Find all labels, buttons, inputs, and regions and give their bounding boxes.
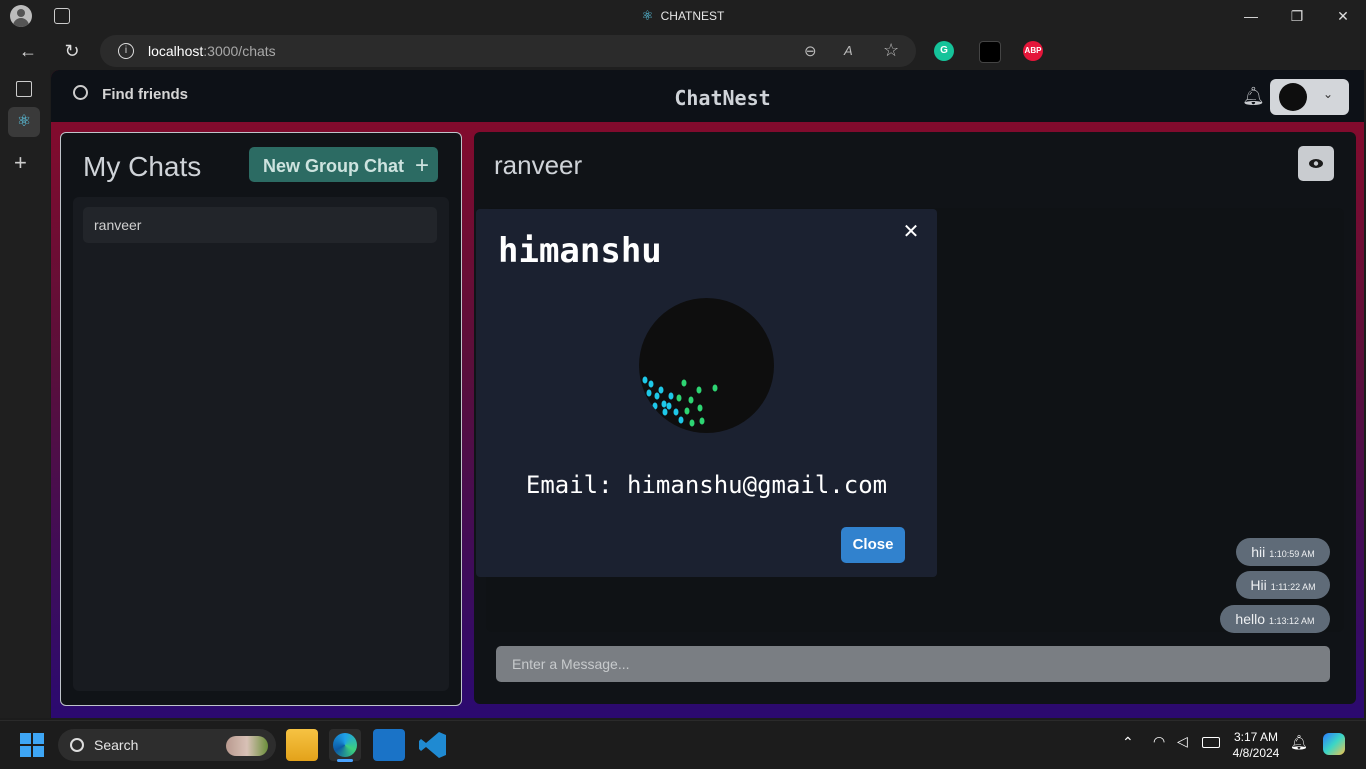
eye-icon bbox=[1309, 159, 1323, 168]
windows-taskbar: Search ⌃ ◠ ◁ 3:17 AM 4/8/2024 🔔︎ bbox=[0, 720, 1366, 769]
back-button[interactable]: ← bbox=[12, 35, 44, 67]
plus-icon: + bbox=[415, 152, 430, 179]
message-bubble: hii 1:10:59 AM bbox=[1236, 538, 1330, 566]
search-icon bbox=[70, 738, 84, 752]
chevron-down-icon: ⌄ bbox=[1323, 87, 1334, 101]
show-hidden-icons-icon[interactable]: ⌃ bbox=[1122, 734, 1134, 751]
message-input[interactable] bbox=[496, 646, 1330, 682]
file-explorer-icon[interactable] bbox=[286, 729, 318, 761]
window-title: CHATNEST bbox=[660, 9, 725, 23]
active-tab-react-icon[interactable]: ⚛ bbox=[8, 107, 40, 137]
new-group-chat-button[interactable]: New Group Chat + bbox=[249, 147, 438, 182]
zoom-out-icon[interactable]: ⊖ bbox=[804, 42, 817, 60]
battery-icon[interactable] bbox=[1202, 737, 1220, 748]
modal-close-button[interactable]: Close bbox=[841, 527, 905, 563]
favorite-star-icon[interactable]: ☆ bbox=[883, 40, 899, 61]
message-bubble: hello 1:13:12 AM bbox=[1220, 605, 1330, 633]
profile-menu-button[interactable]: ⌄ bbox=[1270, 79, 1349, 115]
avatar-pattern bbox=[642, 376, 718, 427]
modal-close-icon[interactable]: ✕ bbox=[898, 219, 924, 245]
grammarly-icon[interactable]: G bbox=[934, 41, 954, 61]
taskbar-search[interactable]: Search bbox=[58, 729, 276, 761]
browser-side-tabs: ⚛ + bbox=[0, 70, 50, 718]
new-tab-icon[interactable]: + bbox=[14, 150, 27, 176]
read-aloud-icon[interactable]: A bbox=[844, 43, 853, 58]
close-window-button[interactable]: ✕ bbox=[1320, 0, 1366, 32]
address-bar[interactable]: i localhost:3000/chats ⊖ A ☆ bbox=[100, 35, 916, 67]
chat-title: ranveer bbox=[494, 150, 583, 180]
app-brand: ChatNest bbox=[674, 86, 771, 110]
view-profile-button[interactable] bbox=[1298, 146, 1334, 181]
search-highlight-image bbox=[226, 736, 268, 756]
modal-user-name: himanshu bbox=[498, 231, 662, 271]
app-header: Find friends ChatNest 🔔︎ ⌄ bbox=[51, 70, 1364, 122]
my-chats-panel: My Chats New Group Chat + ranveer bbox=[60, 132, 462, 706]
chat-list-item[interactable]: ranveer bbox=[83, 207, 437, 243]
restore-button[interactable]: ❐ bbox=[1274, 0, 1320, 32]
wifi-icon[interactable]: ◠ bbox=[1153, 733, 1165, 750]
modal-avatar bbox=[639, 298, 774, 433]
notifications-bell-icon[interactable]: 🔔︎ bbox=[1290, 734, 1308, 751]
copilot-taskbar-icon[interactable] bbox=[1323, 733, 1345, 755]
volume-icon[interactable]: ◁ bbox=[1177, 733, 1188, 750]
profile-modal: himanshu ✕ Email: himanshu@gmail.com Clo… bbox=[476, 209, 937, 577]
extension-dark-icon[interactable] bbox=[979, 41, 1001, 63]
vscode-icon[interactable] bbox=[417, 729, 449, 761]
system-clock[interactable]: 3:17 AM 4/8/2024 bbox=[1228, 729, 1284, 761]
start-button-icon[interactable] bbox=[20, 733, 44, 757]
modal-email: Email: himanshu@gmail.com bbox=[525, 471, 888, 499]
edge-browser-icon[interactable] bbox=[329, 729, 361, 762]
adblock-plus-icon[interactable]: ABP bbox=[1023, 41, 1043, 61]
site-info-icon[interactable]: i bbox=[118, 43, 134, 59]
browser-toolbar: ← ↻ i localhost:3000/chats ⊖ A ☆ G ABP ✦… bbox=[0, 32, 1366, 92]
minimize-button[interactable]: — bbox=[1228, 0, 1274, 32]
chat-list: ranveer bbox=[73, 197, 449, 691]
refresh-button[interactable]: ↻ bbox=[56, 35, 88, 67]
browser-title-bar: ⚛ CHATNEST — ❐ ✕ bbox=[0, 0, 1366, 32]
my-chats-title: My Chats bbox=[83, 151, 202, 182]
tab-actions-icon[interactable] bbox=[16, 81, 32, 97]
notification-bell-icon[interactable]: 🔔︎ bbox=[1242, 86, 1265, 107]
url-text[interactable]: localhost:3000/chats bbox=[148, 43, 276, 59]
message-bubble: Hii 1:11:22 AM bbox=[1236, 571, 1330, 599]
user-avatar bbox=[1279, 83, 1307, 111]
react-tab-icon: ⚛ bbox=[641, 8, 654, 23]
mail-app-icon[interactable] bbox=[373, 729, 405, 761]
